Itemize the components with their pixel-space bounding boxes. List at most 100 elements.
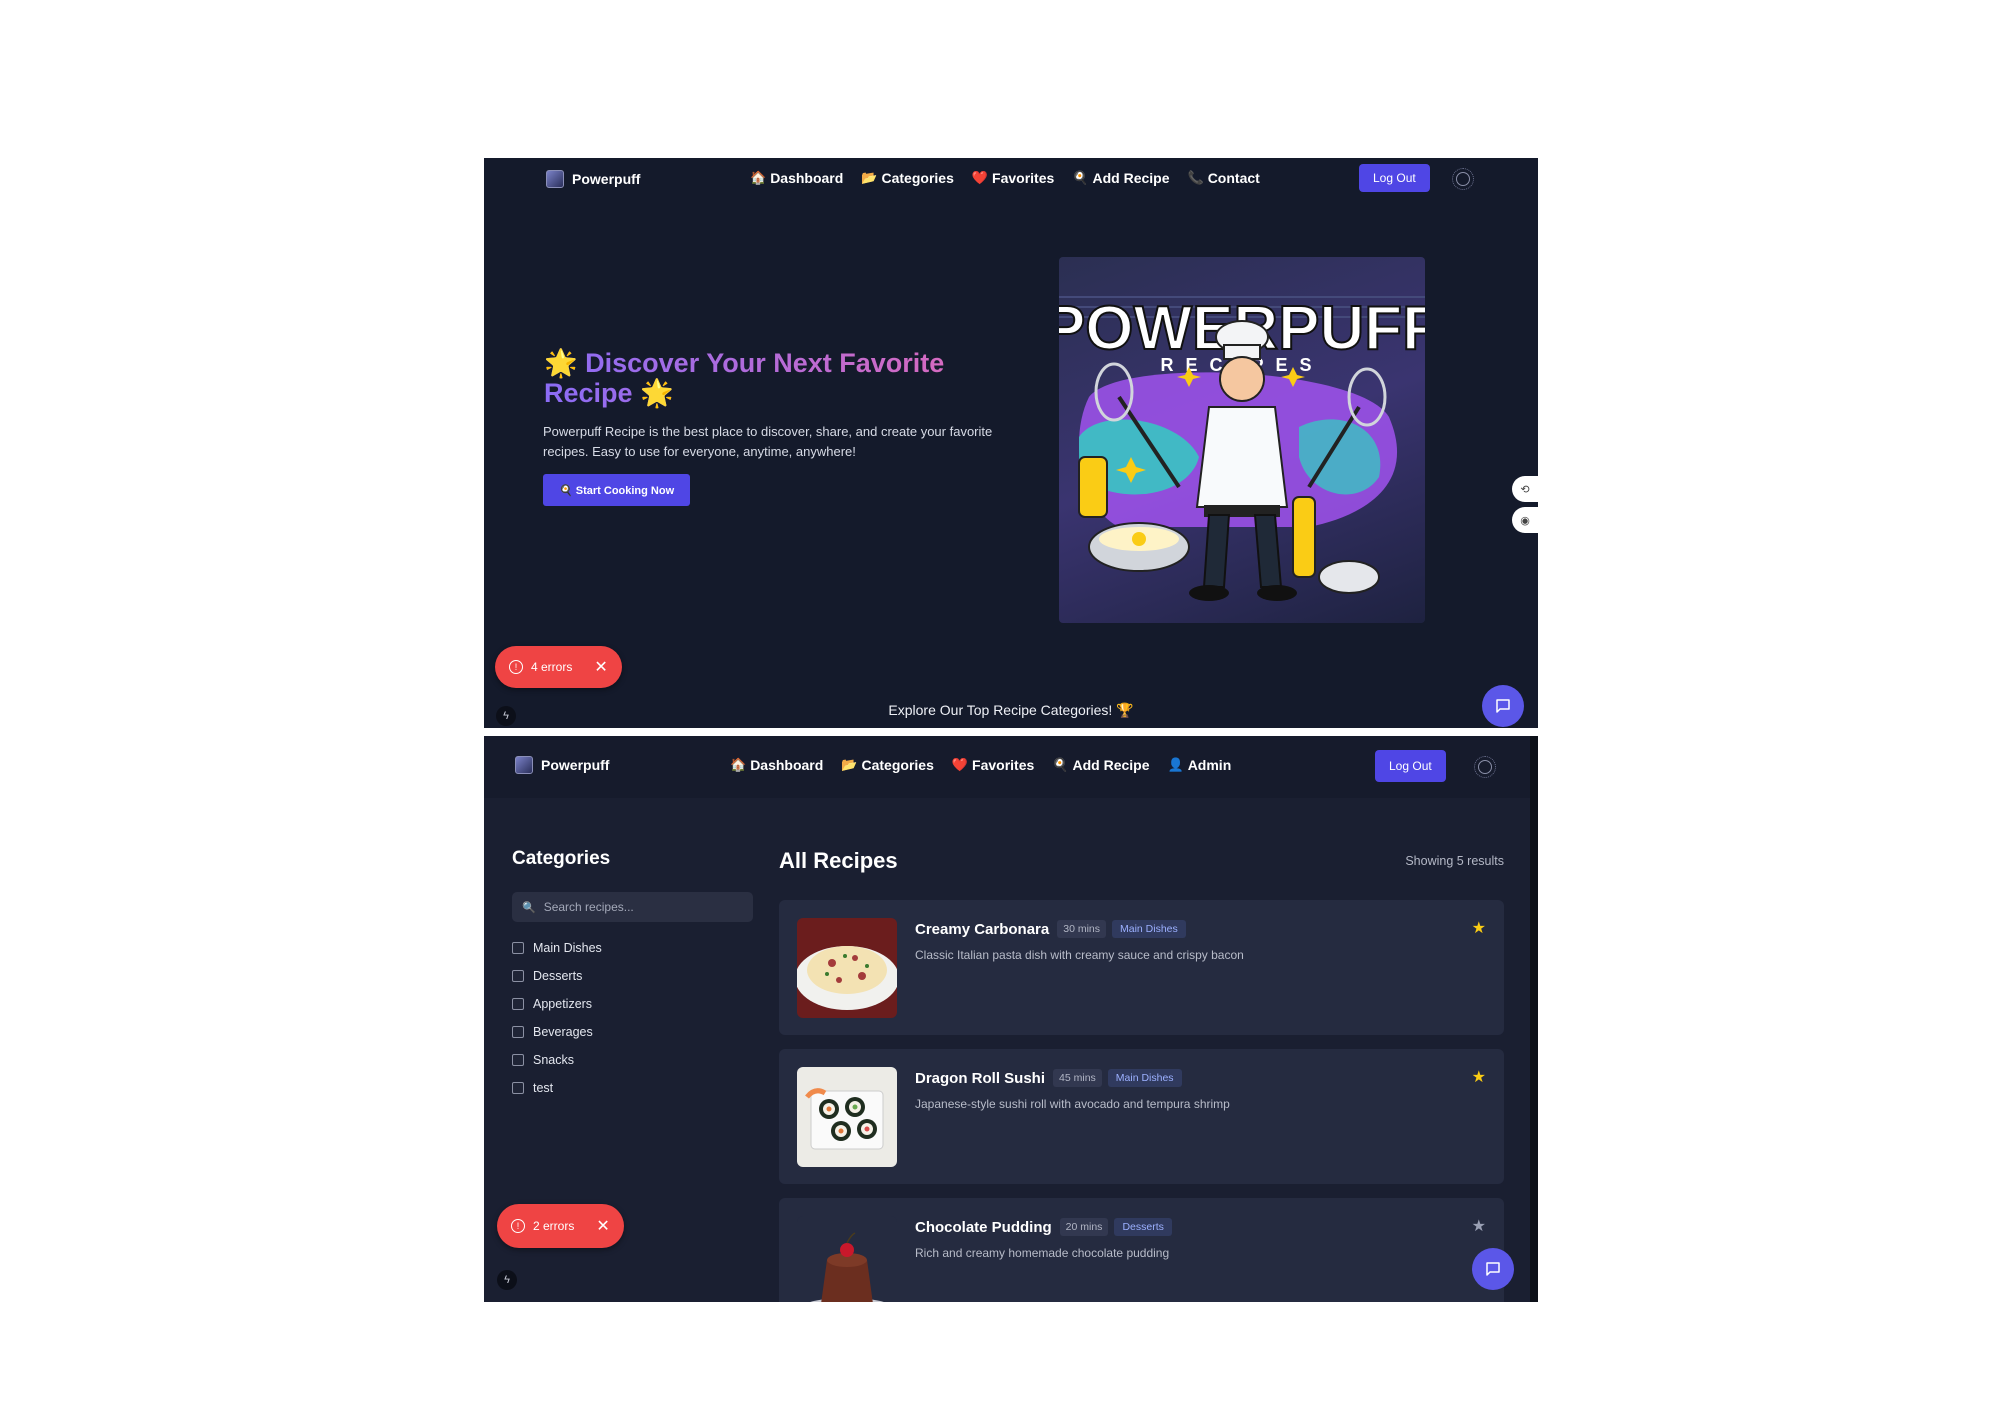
category-label: test [533, 1081, 554, 1095]
error-indicator[interactable]: ! 2 errors ✕ [497, 1204, 624, 1248]
chat-button[interactable] [1482, 685, 1524, 727]
pasta-image [797, 918, 897, 1018]
nav-dashboard[interactable]: 🏠 Dashboard [730, 757, 823, 773]
home-screen: Powerpuff 🏠 Dashboard 📂 Categories ❤️ Favor… [484, 158, 1538, 728]
sparkle-icon: 🌟 [544, 348, 578, 378]
search-input[interactable]: 🔍 Search recipes... [512, 892, 753, 922]
chat-button[interactable] [1472, 1248, 1514, 1290]
brand[interactable]: Powerpuff [546, 170, 640, 188]
checkbox[interactable] [512, 970, 524, 982]
sidebar-title: Categories [512, 848, 611, 869]
hero-title-text: Discover Your Next Favorite Recipe [544, 348, 945, 408]
checkbox[interactable] [512, 1026, 524, 1038]
extension-icon[interactable]: ◉ [1512, 507, 1538, 533]
checkbox[interactable] [512, 1054, 524, 1066]
recipe-time-badge: 45 mins [1053, 1069, 1102, 1087]
category-beverages[interactable]: Beverages [512, 1018, 602, 1046]
recipe-thumbnail-pudding [797, 1216, 897, 1302]
category-label: Main Dishes [533, 941, 602, 955]
brand[interactable]: Powerpuff [515, 756, 609, 774]
phone-icon: 📞 [1187, 170, 1204, 185]
close-icon[interactable]: ✕ [596, 1216, 609, 1236]
brand-logo-icon [515, 756, 533, 774]
recipe-name: Creamy Carbonara [915, 921, 1050, 938]
recipes-screen: Powerpuff 🏠 Dashboard 📂 Categories ❤️ Favor… [484, 736, 1538, 1302]
home-icon: 🏠 [750, 170, 767, 185]
checkbox[interactable] [512, 942, 524, 954]
alert-circle-icon: ! [511, 1219, 525, 1233]
category-test[interactable]: test [512, 1074, 602, 1102]
nav-label: Admin [1187, 757, 1232, 773]
pan-icon: 🍳 [1072, 170, 1089, 185]
nav-contact[interactable]: 📞 Contact [1188, 170, 1260, 186]
category-label: Desserts [533, 969, 583, 983]
error-count: 2 errors [533, 1219, 575, 1233]
category-appetizers[interactable]: Appetizers [512, 990, 602, 1018]
page-title: All Recipes [779, 848, 898, 873]
nav-add-recipe[interactable]: 🍳 Add Recipe [1072, 170, 1169, 186]
recipe-time-badge: 30 mins [1057, 920, 1106, 938]
theme-toggle-sun-icon[interactable] [1474, 756, 1496, 778]
chef-illustration-svg: POWERPUFF RECIPES [1059, 293, 1425, 601]
close-icon[interactable]: ✕ [594, 657, 607, 677]
alert-circle-icon: ! [509, 660, 523, 674]
hero-chef-illustration: POWERPUFF RECIPES [1059, 257, 1425, 623]
nav-admin[interactable]: 👤 Admin [1168, 757, 1232, 773]
category-label: Beverages [533, 1025, 593, 1039]
logout-button[interactable]: Log Out [1359, 164, 1430, 192]
heart-icon: ❤️ [951, 757, 969, 772]
error-indicator[interactable]: ! 4 errors ✕ [495, 646, 622, 688]
sushi-image [797, 1067, 897, 1167]
nav-dashboard[interactable]: 🏠 Dashboard [750, 170, 843, 186]
recipe-title[interactable]: Dragon Roll Sushi 45 mins Main Dishes [915, 1069, 1182, 1087]
pan-icon: 🍳 [1052, 757, 1069, 772]
recipe-description: Rich and creamy homemade chocolate puddi… [915, 1246, 1170, 1260]
scrollbar[interactable] [1530, 736, 1538, 1302]
error-count: 4 errors [531, 660, 573, 674]
nav-label: Add Recipe [1072, 757, 1150, 773]
nav-label: Categories [861, 757, 934, 773]
hero-title: 🌟 Discover Your Next Favorite Recipe 🌟 [544, 348, 1024, 408]
start-cooking-button[interactable]: 🍳 Start Cooking Now [543, 474, 691, 506]
category-desserts[interactable]: Desserts [512, 962, 602, 990]
recipe-title[interactable]: Chocolate Pudding 20 mins Desserts [915, 1218, 1172, 1236]
user-icon: 👤 [1167, 757, 1184, 772]
favorite-star-icon[interactable]: ★ [1472, 918, 1486, 938]
checkbox[interactable] [512, 1082, 524, 1094]
nav-label: Dashboard [770, 170, 844, 186]
nav-categories[interactable]: 📂 Categories [861, 170, 954, 186]
checkbox[interactable] [512, 998, 524, 1010]
category-snacks[interactable]: Snacks [512, 1046, 602, 1074]
lightning-icon[interactable]: ϟ [497, 1270, 517, 1290]
favorite-star-icon[interactable]: ★ [1472, 1067, 1486, 1087]
recipe-title[interactable]: Creamy Carbonara 30 mins Main Dishes [915, 920, 1186, 938]
recipe-card[interactable]: Chocolate Pudding 20 mins Desserts Rich an… [779, 1198, 1504, 1302]
nav-categories[interactable]: 📂 Categories [841, 757, 934, 773]
logout-button[interactable]: Log Out [1375, 750, 1446, 782]
nav-favorites[interactable]: ❤️ Favorites [972, 170, 1054, 186]
translate-icon[interactable]: ⟲ [1512, 476, 1538, 502]
brand-name: Powerpuff [541, 757, 610, 773]
nav-label: Categories [881, 170, 954, 186]
nav-label: Contact [1207, 170, 1260, 186]
recipe-card[interactable]: Creamy Carbonara 30 mins Main Dishes Class… [779, 900, 1504, 1035]
home-icon: 🏠 [730, 757, 747, 772]
heart-icon: ❤️ [971, 170, 989, 185]
recipe-description: Japanese-style sushi roll with avocado a… [915, 1097, 1230, 1111]
category-filter-list: Main Dishes Desserts Appetizers Beverage… [512, 934, 602, 1102]
category-main-dishes[interactable]: Main Dishes [512, 934, 602, 962]
favorite-star-icon[interactable]: ★ [1472, 1216, 1486, 1236]
recipe-thumbnail-carbonara [797, 918, 897, 1018]
recipe-card[interactable]: Dragon Roll Sushi 45 mins Main Dishes Japa… [779, 1049, 1504, 1184]
sparkle-icon: 🌟 [640, 378, 674, 408]
recipe-name: Chocolate Pudding [915, 1219, 1052, 1236]
recipe-category-tag: Desserts [1114, 1218, 1172, 1236]
theme-toggle-sun-icon[interactable] [1452, 168, 1474, 190]
nav-favorites[interactable]: ❤️ Favorites [952, 757, 1034, 773]
recipe-category-tag: Main Dishes [1112, 920, 1186, 938]
top-nav: Powerpuff 🏠 Dashboard 📂 Categories ❤️ Favor… [484, 158, 1538, 200]
nav-links: 🏠 Dashboard 📂 Categories ❤️ Favorites 🍳 Add … [730, 757, 1231, 773]
nav-add-recipe[interactable]: 🍳 Add Recipe [1052, 757, 1149, 773]
nav-label: Favorites [992, 170, 1055, 186]
explore-heading: Explore Our Top Recipe Categories! 🏆 [888, 702, 1134, 718]
